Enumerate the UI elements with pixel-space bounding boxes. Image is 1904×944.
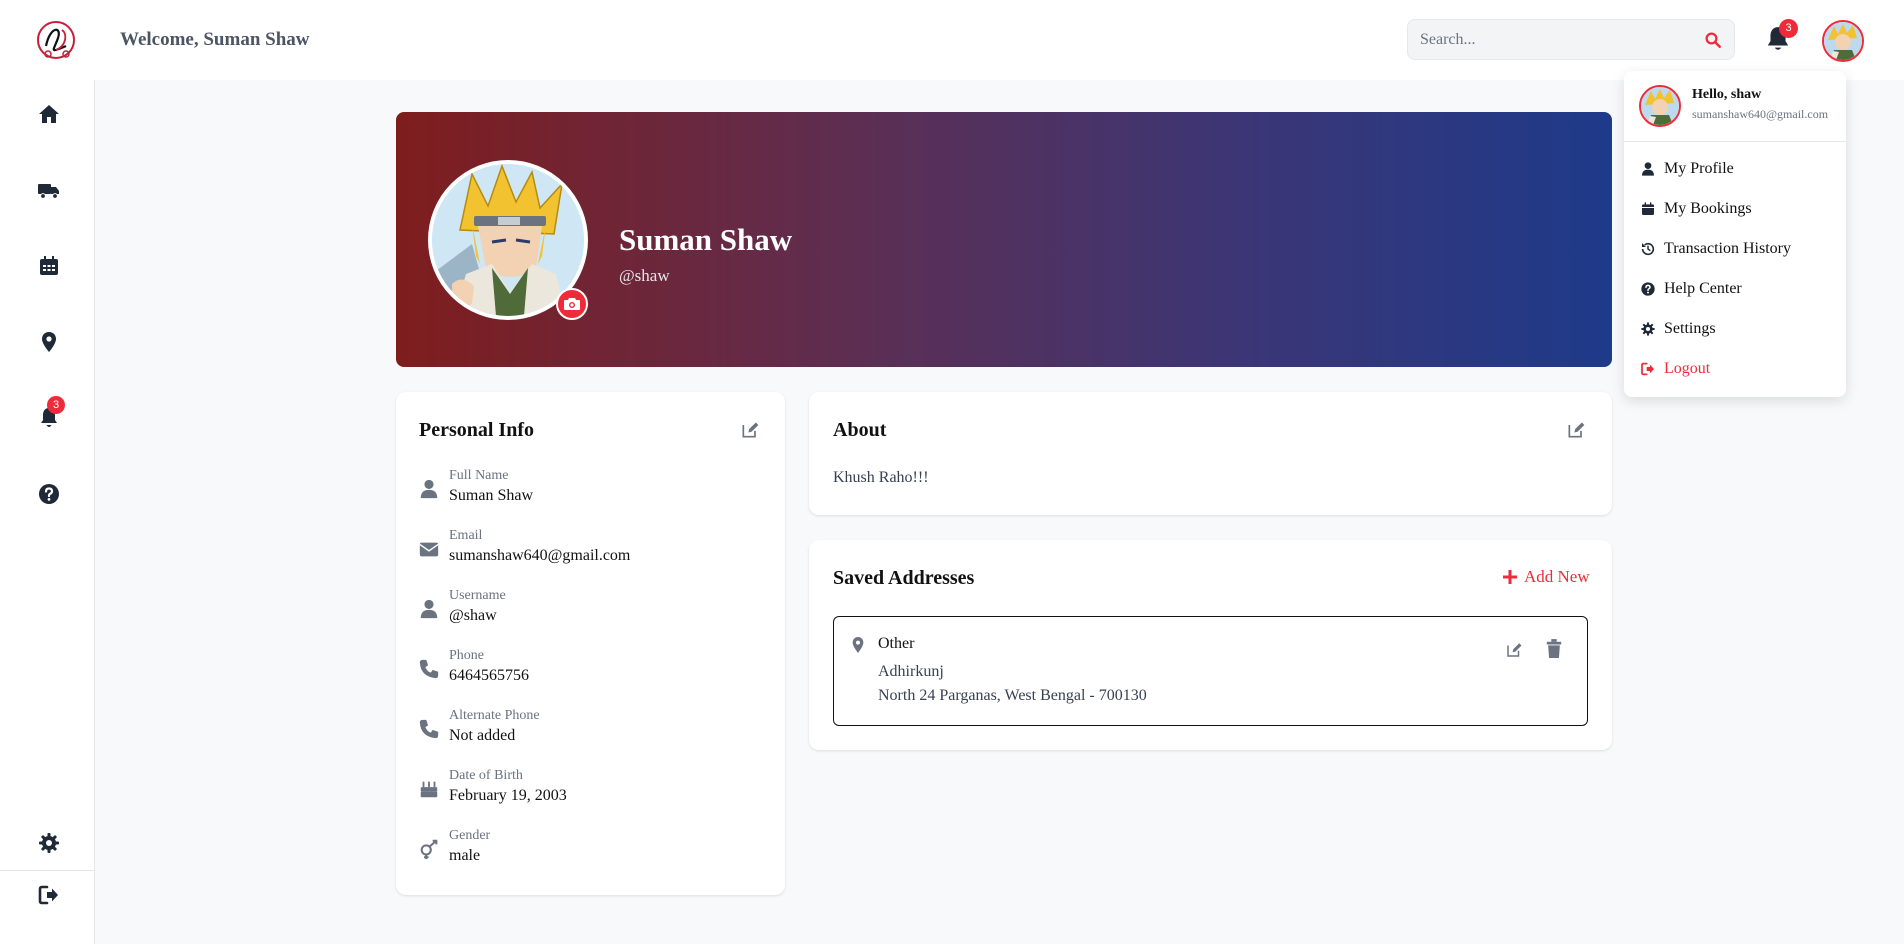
field-label: Username bbox=[449, 588, 506, 603]
field-label: Email bbox=[449, 528, 483, 543]
address-line-1: Adhirkunj bbox=[878, 663, 944, 680]
field-gender: Gender male bbox=[418, 828, 758, 876]
field-date-of-birth: Date of Birth February 19, 2003 bbox=[418, 768, 758, 816]
profile-username: @shaw bbox=[619, 266, 670, 285]
field-phone: Phone 6464565756 bbox=[418, 648, 758, 696]
about-card: About Khush Raho!!! bbox=[809, 392, 1612, 515]
notification-badge: 3 bbox=[1779, 19, 1798, 38]
menu-item-label: Logout bbox=[1664, 360, 1711, 377]
add-address-label: Add New bbox=[1524, 567, 1590, 586]
edit-icon[interactable] bbox=[740, 420, 760, 440]
field-label: Alternate Phone bbox=[449, 708, 540, 723]
history-icon bbox=[1640, 241, 1656, 257]
plus-icon bbox=[1502, 569, 1518, 585]
logout-icon[interactable] bbox=[37, 883, 61, 907]
about-text: Khush Raho!!! bbox=[833, 469, 929, 486]
add-address-button[interactable]: Add New bbox=[1502, 567, 1590, 587]
user-icon bbox=[418, 478, 440, 500]
menu-item-my-profile[interactable]: My Profile bbox=[1640, 157, 1734, 181]
address-item: Other Adhirkunj North 24 Parganas, West … bbox=[833, 616, 1588, 726]
dropdown-divider bbox=[1624, 141, 1846, 142]
menu-item-settings[interactable]: Settings bbox=[1640, 317, 1716, 341]
saved-addresses-title: Saved Addresses bbox=[833, 567, 975, 589]
personal-info-card: Personal Info Full Name Suman Shaw Email… bbox=[396, 392, 785, 895]
bell-icon[interactable]: 3 bbox=[37, 396, 65, 430]
field-value: Suman Shaw bbox=[449, 487, 533, 504]
user-dropdown-menu: Hello, shaw sumanshaw640@gmail.com My Pr… bbox=[1624, 71, 1846, 397]
field-value: male bbox=[449, 847, 481, 864]
saved-addresses-card: Saved Addresses Add New Other Adhirkunj … bbox=[809, 540, 1612, 750]
change-photo-button[interactable] bbox=[556, 288, 588, 320]
home-icon[interactable] bbox=[37, 102, 61, 126]
menu-item-label: Settings bbox=[1664, 320, 1716, 337]
user-icon bbox=[418, 598, 440, 620]
phone-icon bbox=[418, 718, 440, 740]
settings-icon[interactable] bbox=[37, 831, 61, 855]
menu-item-my-bookings[interactable]: My Bookings bbox=[1640, 197, 1752, 221]
calendar-icon bbox=[1640, 201, 1656, 217]
menu-item-logout[interactable]: Logout bbox=[1640, 357, 1710, 381]
avatar[interactable] bbox=[1822, 20, 1864, 62]
menu-item-label: Help Center bbox=[1664, 280, 1742, 297]
field-label: Full Name bbox=[449, 468, 509, 483]
truck-icon[interactable] bbox=[37, 178, 61, 202]
field-value: sumanshaw640@gmail.com bbox=[449, 547, 631, 564]
menu-item-transaction-history[interactable]: Transaction History bbox=[1640, 237, 1791, 261]
field-alternate-phone: Alternate Phone Not added bbox=[418, 708, 758, 756]
birthday-cake-icon bbox=[418, 778, 440, 800]
field-value: 6464565756 bbox=[449, 667, 529, 684]
welcome-text: Welcome, Suman Shaw bbox=[120, 29, 310, 50]
field-value: @shaw bbox=[449, 607, 497, 624]
notification-badge: 3 bbox=[47, 396, 65, 414]
field-value: Not added bbox=[449, 727, 516, 744]
phone-icon bbox=[418, 658, 440, 680]
field-label: Date of Birth bbox=[449, 768, 523, 783]
menu-item-label: My Profile bbox=[1664, 160, 1734, 177]
search-input[interactable] bbox=[1420, 30, 1704, 49]
field-username: Username @shaw bbox=[418, 588, 758, 636]
field-value: February 19, 2003 bbox=[449, 787, 567, 804]
dropdown-greeting: Hello, shaw bbox=[1692, 87, 1762, 102]
menu-item-label: Transaction History bbox=[1664, 240, 1791, 257]
notifications-button[interactable]: 3 bbox=[1765, 19, 1798, 55]
menu-item-label: My Bookings bbox=[1664, 200, 1752, 217]
profile-banner: Suman Shaw @shaw bbox=[396, 112, 1612, 367]
sidebar: 3 bbox=[0, 80, 95, 944]
logo[interactable] bbox=[32, 16, 80, 64]
settings-icon bbox=[1640, 321, 1656, 337]
help-icon bbox=[1640, 281, 1656, 297]
location-pin-icon bbox=[850, 636, 866, 654]
calendar-icon[interactable] bbox=[37, 254, 61, 278]
menu-item-help-center[interactable]: Help Center bbox=[1640, 277, 1742, 301]
search-icon[interactable] bbox=[1704, 31, 1722, 49]
search-bar[interactable] bbox=[1407, 19, 1735, 60]
user-icon bbox=[1640, 161, 1656, 177]
envelope-icon bbox=[418, 538, 440, 560]
edit-icon[interactable] bbox=[1505, 641, 1523, 659]
top-bar: Welcome, Suman Shaw 3 bbox=[0, 0, 1904, 80]
field-email: Email sumanshaw640@gmail.com bbox=[418, 528, 758, 576]
field-full-name: Full Name Suman Shaw bbox=[418, 468, 758, 516]
address-type: Other bbox=[878, 635, 915, 652]
address-line-2: North 24 Parganas, West Bengal - 700130 bbox=[878, 687, 1147, 704]
logout-icon bbox=[1640, 361, 1656, 377]
profile-name: Suman Shaw bbox=[619, 222, 793, 257]
field-label: Phone bbox=[449, 648, 484, 663]
trash-icon[interactable] bbox=[1545, 639, 1563, 659]
personal-info-title: Personal Info bbox=[419, 419, 534, 441]
dropdown-email: sumanshaw640@gmail.com bbox=[1692, 107, 1829, 121]
field-label: Gender bbox=[449, 828, 491, 843]
avatar bbox=[1639, 85, 1681, 127]
sidebar-divider bbox=[0, 870, 95, 871]
edit-icon[interactable] bbox=[1566, 420, 1586, 440]
location-pin-icon[interactable] bbox=[37, 330, 61, 354]
about-title: About bbox=[833, 419, 887, 441]
gender-icon bbox=[418, 838, 440, 860]
camera-icon bbox=[564, 297, 580, 311]
help-icon[interactable] bbox=[37, 482, 61, 506]
